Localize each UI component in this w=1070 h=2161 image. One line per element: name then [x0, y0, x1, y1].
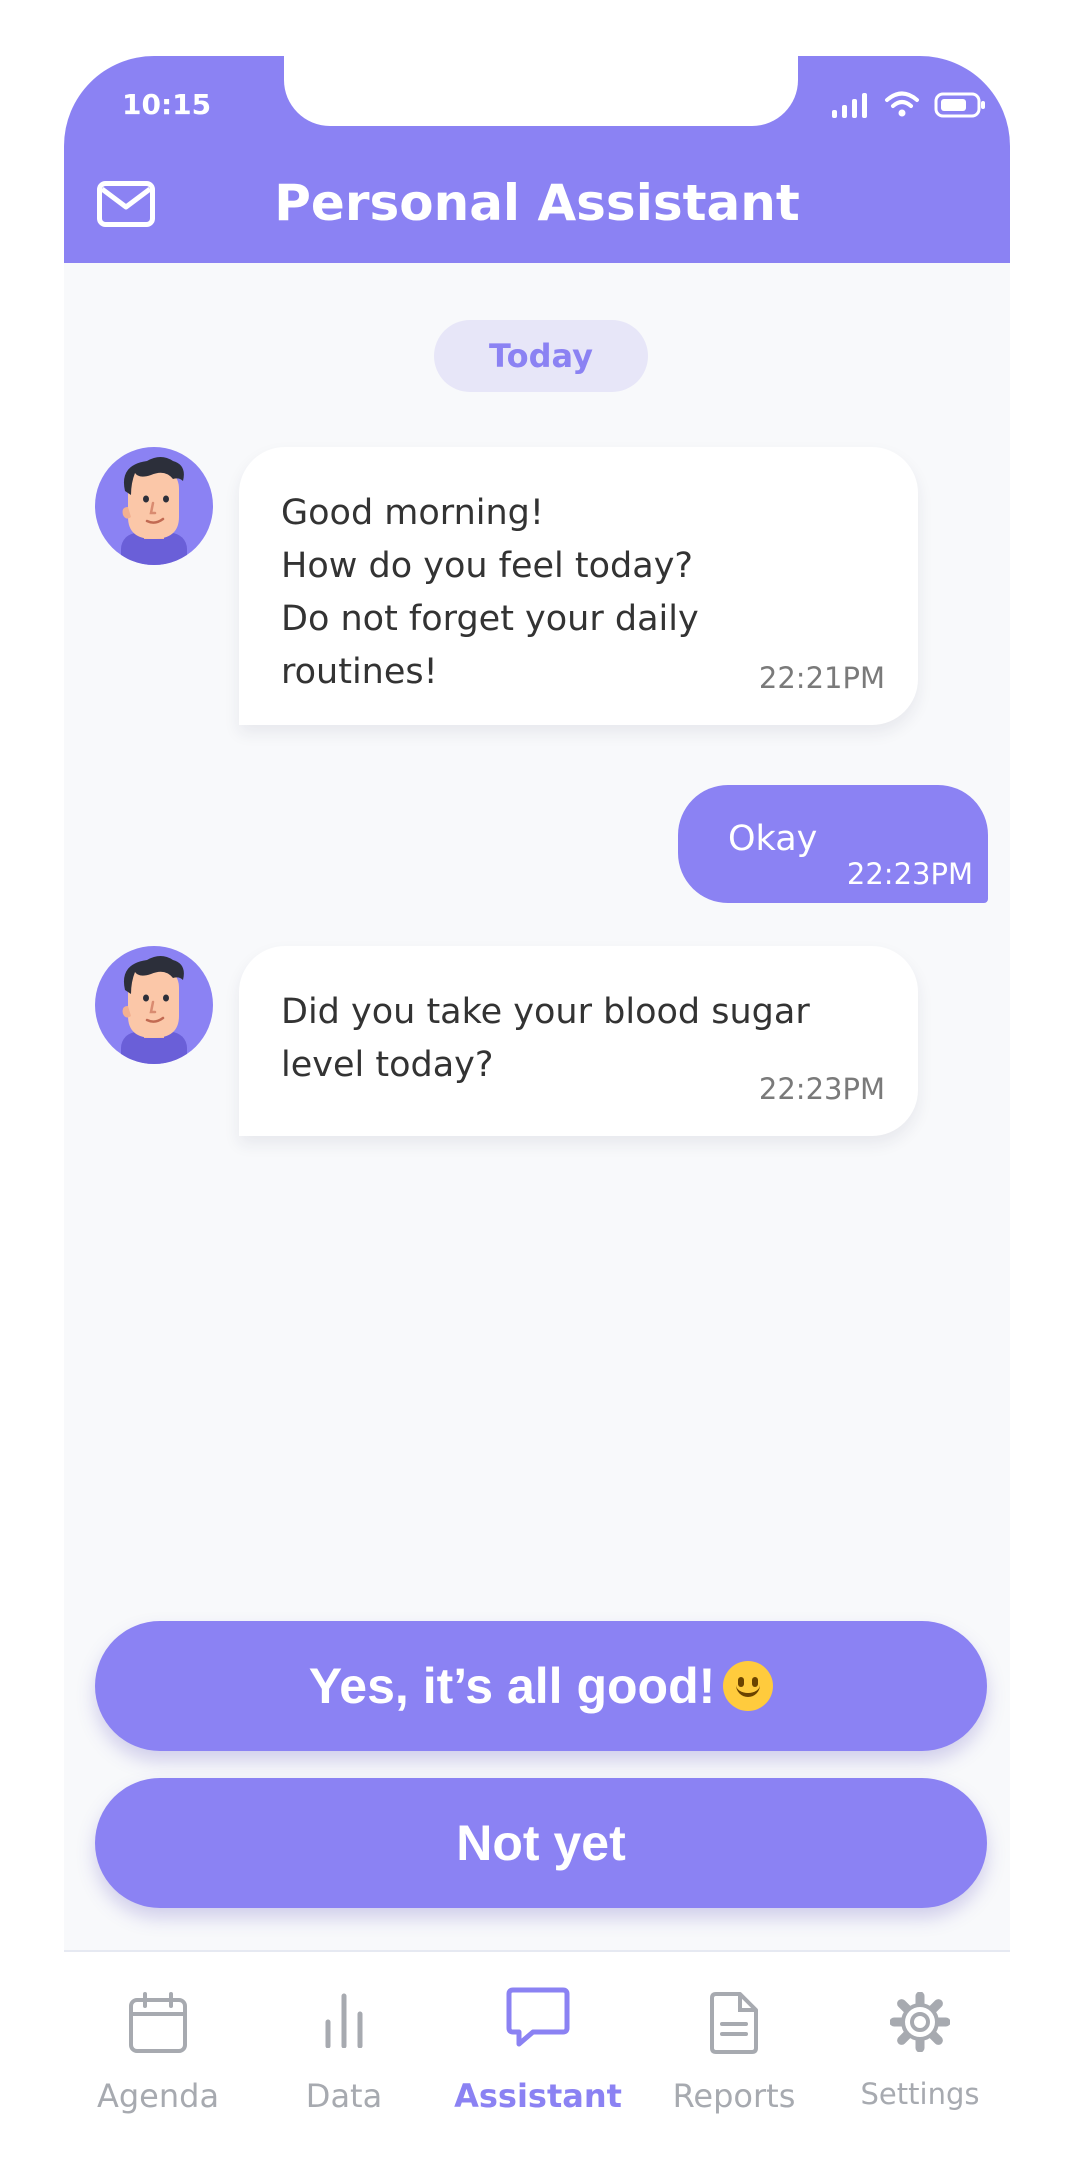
answer-yes-button[interactable]: Yes, it’s all good!: [95, 1621, 987, 1751]
document-icon: [710, 1992, 758, 2054]
message-time: 22:21PM: [758, 661, 885, 695]
tab-data[interactable]: Data: [254, 1952, 434, 2152]
message-text: Good morning! How do you feel today? Do …: [281, 493, 699, 692]
assistant-avatar: [95, 447, 213, 565]
assistant-face-icon: [121, 956, 187, 1064]
message-text: Did you take your blood sugar level toda…: [281, 992, 810, 1085]
tab-agenda[interactable]: Agenda: [68, 1952, 248, 2152]
date-separator: Today: [434, 320, 648, 392]
notch: [284, 56, 798, 126]
phone-screen: 10:15 Personal Assistant Today Good morn…: [64, 56, 1010, 2161]
page-title: Personal Assistant: [274, 174, 800, 232]
battery-icon: [934, 92, 985, 118]
bottom-tab-bar: Agenda Data Assistant Reports Settings: [64, 1950, 1010, 2161]
answer-not-yet-button[interactable]: Not yet: [95, 1778, 987, 1908]
tab-label: Assistant: [454, 2077, 622, 2115]
app-header: 10:15 Personal Assistant: [64, 56, 1010, 263]
gear-icon: [890, 1992, 950, 2052]
tab-label: Settings: [860, 2077, 980, 2111]
wifi-icon: [885, 91, 919, 117]
tab-label: Agenda: [96, 2077, 220, 2115]
smiling-face-icon: [723, 1660, 774, 1711]
message-time: 22:23PM: [846, 857, 973, 891]
calendar-icon: [129, 1992, 187, 2053]
status-time: 10:15: [122, 88, 212, 121]
assistant-face-icon: [121, 457, 187, 565]
user-message: Okay 22:23PM: [678, 785, 988, 903]
assistant-message: Did you take your blood sugar level toda…: [239, 946, 918, 1136]
tab-settings[interactable]: Settings: [830, 1952, 1010, 2152]
signal-icon: [832, 93, 867, 118]
assistant-message: Good morning! How do you feel today? Do …: [239, 447, 918, 725]
tab-assistant[interactable]: Assistant: [448, 1952, 628, 2152]
bar-chart-icon: [325, 1993, 363, 2048]
assistant-avatar: [95, 946, 213, 1064]
tab-label: Data: [305, 2077, 383, 2115]
chat-bubble-icon: [506, 1987, 570, 2047]
tab-reports[interactable]: Reports: [644, 1952, 824, 2152]
answer-not-yet-label: Not yet: [456, 1815, 626, 1871]
message-time: 22:23PM: [758, 1072, 885, 1106]
answer-yes-label: Yes, it’s all good!: [308, 1658, 716, 1714]
tab-label: Reports: [672, 2077, 796, 2115]
status-icons: [830, 90, 986, 118]
message-text: Okay: [728, 819, 818, 859]
